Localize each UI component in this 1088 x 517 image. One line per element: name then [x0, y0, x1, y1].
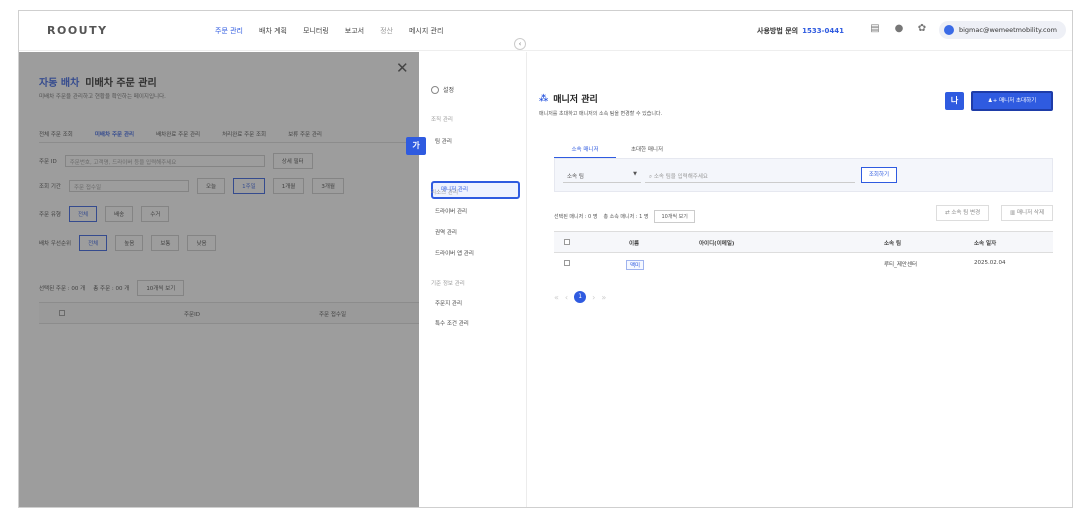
- prev-page-icon[interactable]: ‹: [565, 293, 568, 302]
- team-select-label: 소속 팀: [567, 174, 584, 180]
- user-email: bigmac@wemeetmobility.com: [959, 26, 1057, 34]
- section-organization: 조직 관리: [431, 117, 453, 123]
- page-number-current[interactable]: 1: [574, 291, 587, 303]
- top-navigation-bar: ROOUTY 주문 관리 배차 계획 모니터링 보고서 정산 메시지 관리 사용…: [19, 11, 1072, 51]
- invite-manager-button[interactable]: ♟+ 매니저 초대하기: [971, 91, 1053, 111]
- user-account-pill[interactable]: bigmac@wemeetmobility.com: [939, 21, 1066, 39]
- search-button[interactable]: 조회하기: [861, 167, 897, 183]
- section-base-info: 기준 정보 관리: [431, 281, 465, 287]
- menu-special-condition-management[interactable]: 특수 조건 관리: [435, 319, 469, 327]
- menu-team-management[interactable]: 팀 관리: [435, 137, 452, 145]
- manager-joined-date: 2025.02.04: [974, 260, 1006, 266]
- col-team[interactable]: 소속 팀: [884, 239, 901, 247]
- trash-icon: ▥: [1010, 210, 1017, 216]
- change-team-button[interactable]: ⇄ 소속 팀 변경: [936, 205, 990, 221]
- settings-title: 설정: [443, 87, 455, 94]
- delete-manager-button[interactable]: ▥ 매니저 삭제: [1001, 205, 1054, 221]
- selected-managers: 선택된 매니저 : 0 명: [554, 214, 598, 220]
- menu-driver-management[interactable]: 드라이버 관리: [435, 207, 467, 215]
- annotation-marker-ga: 가: [406, 137, 426, 155]
- nav-settlement[interactable]: 정산: [380, 26, 393, 36]
- manager-tabs: 소속 매니저 초대한 매니저: [554, 142, 678, 158]
- invite-button-label: 매니저 초대하기: [999, 98, 1037, 104]
- settings-gear-icon: [431, 85, 439, 94]
- tab-invited-managers[interactable]: 초대한 매니저: [616, 142, 678, 158]
- first-page-icon[interactable]: «: [554, 293, 559, 302]
- tab-member-managers[interactable]: 소속 매니저: [554, 142, 616, 158]
- annotation-marker-na: 나: [945, 92, 964, 110]
- last-page-icon[interactable]: »: [601, 293, 606, 302]
- manager-count-row: 선택된 매니저 : 0 명 총 소속 매니저 : 1 명 10개씩 보기: [554, 210, 695, 223]
- col-email[interactable]: 아이디(이메일): [699, 239, 734, 247]
- app-frame: ROOUTY 주문 관리 배차 계획 모니터링 보고서 정산 메시지 관리 사용…: [18, 10, 1073, 508]
- app-logo[interactable]: ROOUTY: [47, 24, 108, 37]
- panel-description: 매니저를 초대하고 매니저의 소속 팀을 변경할 수 있습니다.: [539, 111, 663, 117]
- team-search-input[interactable]: ⌕ 소속 팀을 입력해주세요: [645, 167, 855, 183]
- nav-order-management[interactable]: 주문 관리: [215, 26, 243, 36]
- menu-driver-app-management[interactable]: 드라이버 앱 관리: [435, 249, 474, 257]
- contact-info: 사용방법 문의 1533-0441: [757, 26, 844, 36]
- manager-management-panel: ⁂ 매니저 관리 매니저를 초대하고 매니저의 소속 팀을 변경할 수 있습니다…: [529, 52, 1072, 507]
- row-checkbox[interactable]: [564, 260, 570, 266]
- help-icon[interactable]: ●: [893, 23, 905, 35]
- nav-dispatch-plan[interactable]: 배차 계획: [259, 26, 287, 36]
- contact-number: 1533-0441: [802, 27, 844, 35]
- col-joined-date[interactable]: 소속 일자: [974, 239, 996, 247]
- gear-icon[interactable]: ✿: [916, 23, 928, 35]
- modal-dim-overlay[interactable]: [19, 52, 419, 507]
- total-managers: 총 소속 매니저 : 1 명: [603, 214, 649, 220]
- chevron-down-icon: ▼: [633, 171, 637, 177]
- nav-monitoring[interactable]: 모니터링: [303, 26, 329, 36]
- close-icon[interactable]: ✕: [396, 59, 409, 77]
- menu-order-location-management[interactable]: 주문지 관리: [435, 299, 462, 307]
- manager-name-link[interactable]: 맥미: [626, 260, 645, 270]
- menu-region-management[interactable]: 권역 관리: [435, 228, 457, 236]
- add-user-icon: ♟+: [987, 98, 1000, 104]
- change-team-label: 소속 팀 변경: [951, 210, 981, 216]
- next-page-icon[interactable]: ›: [592, 293, 595, 302]
- nav-report[interactable]: 보고서: [345, 26, 364, 36]
- select-all-checkbox[interactable]: [564, 239, 570, 245]
- panel-title: ⁂ 매니저 관리: [539, 92, 598, 106]
- team-search-placeholder: 소속 팀을 입력해주세요: [653, 174, 708, 180]
- contact-label: 사용방법 문의: [757, 27, 799, 35]
- page-size-select[interactable]: 10개씩 보기: [654, 210, 695, 223]
- avatar: [944, 25, 954, 35]
- settings-header: 설정: [431, 85, 454, 94]
- manager-group-icon: ⁂: [539, 93, 549, 104]
- section-resources: 리소스 관리: [431, 190, 459, 196]
- filter-box: 소속 팀 ▼ ⌕ 소속 팀을 입력해주세요 조회하기: [554, 158, 1053, 192]
- document-icon[interactable]: ▤: [869, 23, 881, 35]
- manager-table-header: 이름 아이디(이메일) 소속 팀 소속 일자: [554, 231, 1053, 253]
- manager-team: 루티_제안센터: [884, 262, 918, 268]
- team-select[interactable]: 소속 팀 ▼: [563, 167, 641, 183]
- collapse-menu-icon[interactable]: ‹: [514, 38, 526, 50]
- table-row[interactable]: 맥미 루티_제안센터 2025.02.04: [554, 253, 1053, 275]
- settings-menu: 설정 조직 관리 팀 관리 매니저 관리 리소스 관리 드라이버 관리 권역 관…: [419, 52, 527, 507]
- pagination: « ‹ 1 › »: [554, 291, 606, 303]
- global-nav: 주문 관리 배차 계획 모니터링 보고서 정산 메시지 관리: [215, 26, 443, 36]
- panel-title-text: 매니저 관리: [553, 95, 598, 105]
- nav-message-management[interactable]: 메시지 관리: [409, 26, 443, 36]
- col-name[interactable]: 이름: [629, 239, 639, 247]
- delete-manager-label: 매니저 삭제: [1016, 210, 1045, 216]
